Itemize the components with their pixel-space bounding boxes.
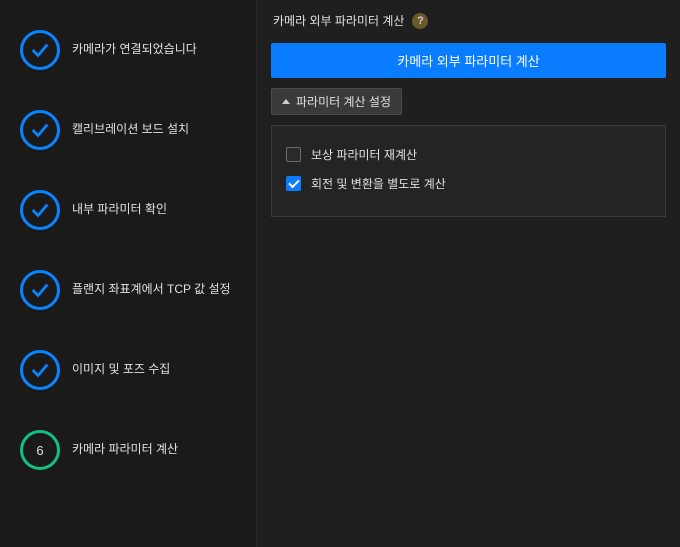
step-camera-params-calc[interactable]: 6 카메라 파라미터 계산 — [0, 418, 256, 482]
step-label: 이미지 및 포즈 수집 — [72, 362, 170, 378]
check-circle-icon — [20, 110, 60, 150]
check-circle-icon — [20, 30, 60, 70]
main-panel: 카메라 외부 파라미터 계산 ? 카메라 외부 파라미터 계산 파라미터 계산 … — [256, 0, 680, 547]
checkbox-checked-icon[interactable] — [286, 176, 301, 191]
check-circle-icon — [20, 350, 60, 390]
step-camera-connected[interactable]: 카메라가 연결되었습니다 — [0, 18, 256, 82]
step-label: 카메라 파라미터 계산 — [72, 442, 178, 458]
param-settings-panel: 보상 파라미터 재계산 회전 및 변환을 별도로 계산 — [271, 125, 666, 217]
param-settings-toggle[interactable]: 파라미터 계산 설정 — [271, 88, 402, 115]
option-label: 회전 및 변환을 별도로 계산 — [311, 175, 446, 192]
step-label: 내부 파라미터 확인 — [72, 202, 167, 218]
section-title: 카메라 외부 파라미터 계산 — [273, 12, 404, 29]
sidebar: 카메라가 연결되었습니다 캘리브레이션 보드 설치 내부 파라미터 확인 플랜지… — [0, 0, 256, 547]
step-tcp-setting[interactable]: 플랜지 좌표계에서 TCP 값 설정 — [0, 258, 256, 322]
section-header: 카메라 외부 파라미터 계산 ? — [271, 12, 666, 29]
step-label: 플랜지 좌표계에서 TCP 값 설정 — [72, 282, 231, 298]
collapse-label: 파라미터 계산 설정 — [296, 93, 391, 110]
option-recalculate-compensation[interactable]: 보상 파라미터 재계산 — [286, 140, 651, 169]
step-image-pose[interactable]: 이미지 및 포즈 수집 — [0, 338, 256, 402]
calculate-extrinsic-button[interactable]: 카메라 외부 파라미터 계산 — [271, 43, 666, 78]
caret-up-icon — [282, 99, 290, 104]
step-label: 카메라가 연결되었습니다 — [72, 42, 197, 58]
option-label: 보상 파라미터 재계산 — [311, 146, 417, 163]
check-circle-icon — [20, 190, 60, 230]
step-number-icon: 6 — [20, 430, 60, 470]
option-separate-rotation-translation[interactable]: 회전 및 변환을 별도로 계산 — [286, 169, 651, 198]
step-internal-params[interactable]: 내부 파라미터 확인 — [0, 178, 256, 242]
help-icon[interactable]: ? — [412, 13, 428, 29]
step-calibration-board[interactable]: 캘리브레이션 보드 설치 — [0, 98, 256, 162]
step-label: 캘리브레이션 보드 설치 — [72, 122, 189, 138]
check-circle-icon — [20, 270, 60, 310]
checkbox-icon[interactable] — [286, 147, 301, 162]
